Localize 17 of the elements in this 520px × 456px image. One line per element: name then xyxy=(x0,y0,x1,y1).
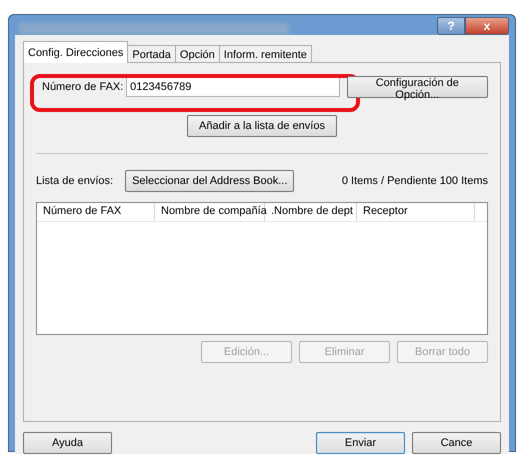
item-count: 0 Items / Pendiente 100 Items xyxy=(342,175,488,187)
dialog-button[interactable]: Ayuda xyxy=(23,432,112,454)
dialog-button[interactable]: Enviar xyxy=(316,432,405,454)
fax-number-label: Número de FAX: xyxy=(42,81,124,93)
tab[interactable]: Inform. remitente xyxy=(218,45,312,63)
fax-number-field[interactable]: 0123456789 xyxy=(126,77,340,97)
tab[interactable]: Config. Direcciones xyxy=(23,41,128,63)
add-to-list-button[interactable]: Añadir a la lista de envíos xyxy=(187,115,337,137)
address-book-button[interactable]: Seleccionar del Address Book... xyxy=(125,170,294,192)
send-list-label: Lista de envíos: xyxy=(36,175,114,187)
dialog-button[interactable]: Cance xyxy=(412,432,501,454)
column-header[interactable]: Receptor xyxy=(357,203,475,221)
column-header[interactable]: Nombre de compañía xyxy=(155,203,265,221)
column-header[interactable]: Número de FAX xyxy=(37,203,155,221)
option-settings-button[interactable]: Configuración de Opción... xyxy=(346,76,488,98)
close-button[interactable]: x xyxy=(465,17,509,35)
tab[interactable]: Opción xyxy=(174,45,220,63)
